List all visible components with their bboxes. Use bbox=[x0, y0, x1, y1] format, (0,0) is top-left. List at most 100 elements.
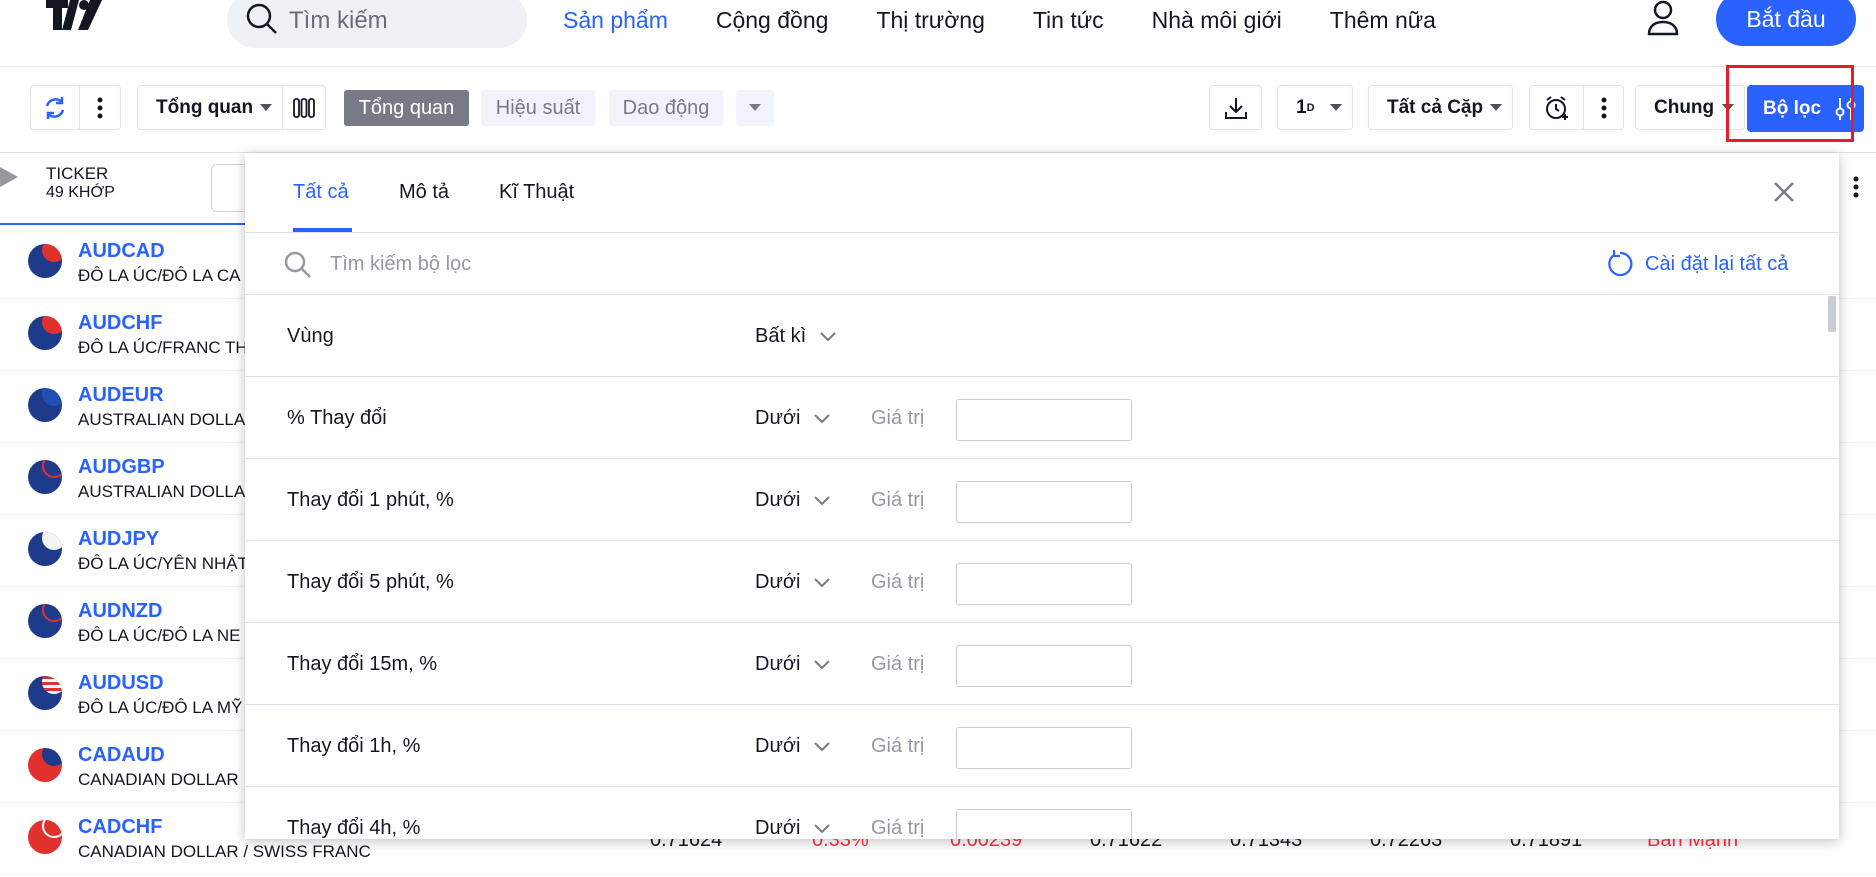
view-select[interactable]: Tổng quan bbox=[137, 85, 283, 130]
chevron-down-icon bbox=[814, 413, 831, 423]
chevron-down-icon bbox=[814, 823, 831, 833]
chips-more-button[interactable] bbox=[736, 90, 774, 126]
ticker-symbol[interactable]: CADCHF bbox=[78, 816, 162, 839]
interval-select[interactable]: 1D bbox=[1277, 85, 1353, 130]
nav-markets[interactable]: Thị trường bbox=[876, 7, 984, 34]
chip-oscillators[interactable]: Dao động bbox=[609, 90, 723, 126]
reset-all-label: Cài đặt lại tất cả bbox=[1645, 252, 1789, 275]
refresh-button[interactable] bbox=[30, 85, 80, 130]
ticker-symbol[interactable]: AUDJPY bbox=[78, 528, 159, 551]
toolbar-more-button[interactable] bbox=[79, 85, 121, 130]
chevron-down-icon bbox=[814, 741, 831, 751]
operator-value: Dưới bbox=[755, 489, 801, 511]
filter-tabs: Tất cả Mô tả Kĩ Thuật bbox=[245, 153, 1839, 233]
ticker-description: ĐÔ LA ÚC/FRANC TH bbox=[78, 338, 248, 357]
interval-label: 1 bbox=[1296, 96, 1307, 118]
filter-label: % Thay đổi bbox=[287, 407, 387, 429]
match-count: 49 KHỚP bbox=[46, 184, 115, 201]
pairs-select[interactable]: Tất cả Cặp bbox=[1368, 85, 1513, 130]
alert-more-button[interactable] bbox=[1583, 85, 1624, 130]
ticker-description: CANADIAN DOLLAR / SWISS FRANC bbox=[78, 842, 371, 861]
caret-down-icon bbox=[1330, 104, 1342, 111]
nav-brokers[interactable]: Nhà môi giới bbox=[1152, 7, 1282, 34]
ticker-symbol[interactable]: AUDNZD bbox=[78, 600, 162, 623]
tradingview-logo[interactable] bbox=[46, 0, 106, 34]
filter-search-input[interactable]: Tìm kiếm bộ lọc bbox=[330, 253, 471, 276]
general-select-label: Chung bbox=[1654, 96, 1715, 118]
filter-label: Thay đổi 1h, % bbox=[287, 735, 421, 757]
ticker-description: CANADIAN DOLLAR bbox=[78, 770, 239, 789]
ticker-symbol[interactable]: AUDCHF bbox=[78, 312, 162, 335]
screener-toolbar: Tổng quan Tổng quan Hiệu suất Dao động 1… bbox=[0, 67, 1876, 153]
value-input[interactable] bbox=[956, 481, 1132, 523]
reset-all-button[interactable]: Cài đặt lại tất cả bbox=[1605, 250, 1788, 278]
columns-button[interactable] bbox=[282, 85, 326, 130]
nav-more[interactable]: Thêm nữa bbox=[1330, 7, 1436, 34]
value-label: Giá trị bbox=[871, 817, 925, 839]
operator-select[interactable]: Dưới bbox=[755, 735, 831, 758]
currency-pair-flag-icon bbox=[28, 244, 62, 278]
operator-value: Dưới bbox=[755, 571, 801, 593]
columns-icon bbox=[293, 97, 315, 118]
download-icon bbox=[1224, 97, 1247, 119]
nav-news[interactable]: Tin tức bbox=[1033, 7, 1104, 34]
chip-overview[interactable]: Tổng quan bbox=[344, 90, 469, 126]
filter-label: Thay đổi 5 phút, % bbox=[287, 571, 454, 593]
ticker-symbol[interactable]: CADAUD bbox=[78, 744, 165, 767]
operator-select[interactable]: Dưới bbox=[755, 571, 831, 594]
filter-label: Thay đổi 1 phút, % bbox=[287, 489, 454, 511]
filter-row: % Thay đổi Dưới Giá trị bbox=[245, 377, 1839, 459]
filter-row: Thay đổi 4h, % Dưới Giá trị bbox=[245, 787, 1839, 839]
more-vertical-icon[interactable] bbox=[1853, 176, 1859, 203]
view-select-label: Tổng quan bbox=[156, 96, 254, 118]
close-icon[interactable] bbox=[1772, 180, 1796, 209]
pairs-select-label: Tất cả Cặp bbox=[1387, 96, 1484, 118]
user-icon[interactable] bbox=[1645, 0, 1681, 41]
operator-select[interactable]: Dưới bbox=[755, 407, 831, 430]
filter-list: Vùng Bất kì % Thay đổi Dưới Giá trị Thay… bbox=[245, 295, 1839, 839]
operator-select[interactable]: Dưới bbox=[755, 653, 831, 676]
filter-label: Vùng bbox=[287, 325, 334, 347]
value-label: Giá trị bbox=[871, 653, 925, 675]
nav-community[interactable]: Cộng đồng bbox=[716, 7, 829, 34]
nav-products[interactable]: Sản phẩm bbox=[563, 7, 668, 34]
operator-select[interactable]: Bất kì bbox=[755, 325, 836, 348]
interval-suffix: D bbox=[1306, 101, 1315, 114]
ticker-header-title: TICKER bbox=[46, 164, 109, 183]
refresh-icon bbox=[45, 96, 65, 119]
ticker-symbol[interactable]: AUDEUR bbox=[78, 384, 164, 407]
tab-technical[interactable]: Kĩ Thuật bbox=[499, 181, 574, 204]
ticker-symbol[interactable]: AUDUSD bbox=[78, 672, 164, 695]
operator-select[interactable]: Dưới bbox=[755, 817, 831, 839]
chip-performance[interactable]: Hiệu suất bbox=[481, 90, 595, 126]
ticker-symbol[interactable]: AUDCAD bbox=[78, 240, 165, 263]
value-label: Giá trị bbox=[871, 407, 925, 429]
value-input[interactable] bbox=[956, 399, 1132, 441]
currency-pair-flag-icon bbox=[28, 820, 62, 854]
tab-description[interactable]: Mô tả bbox=[399, 181, 449, 204]
global-search[interactable]: Tìm kiếm bbox=[227, 0, 527, 48]
more-vertical-icon bbox=[1601, 97, 1606, 118]
tab-all[interactable]: Tất cả bbox=[293, 181, 349, 204]
export-button[interactable] bbox=[1209, 85, 1262, 130]
currency-pair-flag-icon bbox=[28, 316, 62, 350]
search-icon bbox=[246, 3, 277, 34]
filter-row: Thay đổi 1h, % Dưới Giá trị bbox=[245, 705, 1839, 787]
operator-select[interactable]: Dưới bbox=[755, 489, 831, 512]
filter-button-highlight bbox=[1726, 65, 1854, 142]
value-input[interactable] bbox=[956, 727, 1132, 769]
filter-row: Thay đổi 1 phút, % Dưới Giá trị bbox=[245, 459, 1839, 541]
value-input[interactable] bbox=[956, 563, 1132, 605]
filter-search-bar: Tìm kiếm bộ lọc Cài đặt lại tất cả bbox=[245, 233, 1839, 295]
ticker-symbol[interactable]: AUDGBP bbox=[78, 456, 165, 479]
operator-value: Bất kì bbox=[755, 325, 807, 347]
currency-pair-flag-icon bbox=[28, 460, 62, 494]
value-input[interactable] bbox=[956, 809, 1132, 839]
alert-button[interactable] bbox=[1529, 85, 1584, 130]
filter-dialog: Tất cả Mô tả Kĩ Thuật Tìm kiếm bộ lọc Cà… bbox=[245, 153, 1839, 839]
ticker-description: AUSTRALIAN DOLLA bbox=[78, 410, 246, 429]
operator-value: Dưới bbox=[755, 407, 801, 429]
start-button[interactable]: Bắt đầu bbox=[1716, 0, 1856, 46]
caret-down-icon bbox=[749, 104, 761, 111]
value-input[interactable] bbox=[956, 645, 1132, 687]
